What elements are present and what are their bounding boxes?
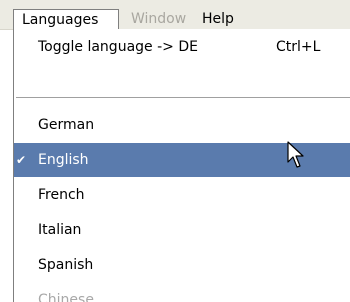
menu-item-label: German <box>38 117 95 133</box>
menu-bar: Languages Window Help <box>0 0 350 30</box>
mouse-pointer-icon <box>287 141 304 168</box>
menu-help[interactable]: Help <box>202 9 234 30</box>
menu-item-label: Italian <box>38 222 82 238</box>
menu-languages[interactable]: Languages <box>13 9 119 30</box>
menu-item-label: French <box>38 187 85 203</box>
menu-item-german[interactable]: German <box>14 108 350 142</box>
menu-item-label: Toggle language -> DE <box>38 39 198 55</box>
menu-item-spanish[interactable]: Spanish <box>14 248 350 282</box>
menu-separator <box>16 97 350 98</box>
checkmark-icon: ✔ <box>16 153 27 167</box>
menu-item-toggle-language[interactable]: Toggle language -> DE Ctrl+L <box>14 30 350 64</box>
menu-item-label: Spanish <box>38 257 94 273</box>
menu-item-label: Chinese <box>38 292 94 302</box>
menu-item-italian[interactable]: Italian <box>14 213 350 247</box>
shortcut-label: Ctrl+L <box>276 39 321 55</box>
menu-item-chinese: Chinese <box>14 283 350 302</box>
menu-item-french[interactable]: French <box>14 178 350 212</box>
menu-window[interactable]: Window <box>131 9 186 30</box>
menu-item-label: English <box>38 152 89 168</box>
